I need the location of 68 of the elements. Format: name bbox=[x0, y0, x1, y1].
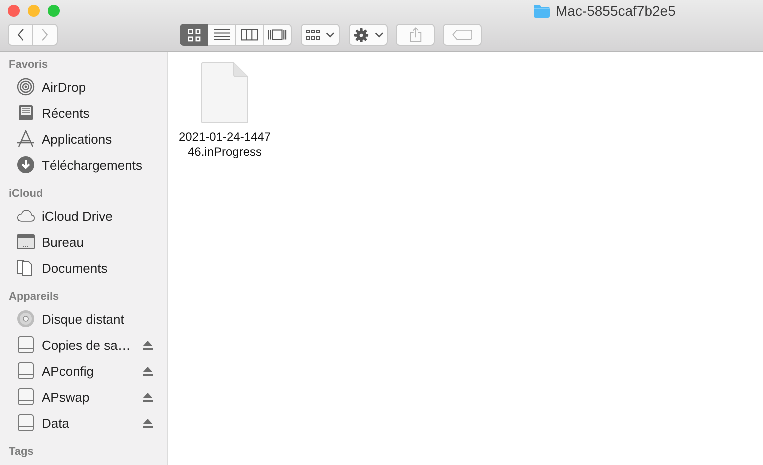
grid-icon bbox=[306, 30, 320, 40]
arrange-button[interactable] bbox=[301, 24, 340, 46]
sidebar-item[interactable]: APswap bbox=[0, 384, 167, 410]
sidebar-item[interactable]: Applications bbox=[0, 126, 167, 152]
disc-icon bbox=[17, 310, 35, 328]
close-button[interactable] bbox=[8, 5, 20, 17]
download-icon bbox=[17, 156, 35, 174]
gallery-icon bbox=[268, 29, 287, 41]
sidebar-item-label: APconfig bbox=[42, 364, 96, 378]
airdrop-icon bbox=[17, 78, 35, 96]
gallery-view-button[interactable] bbox=[264, 24, 292, 46]
eject-icon[interactable] bbox=[143, 366, 153, 376]
action-button[interactable] bbox=[349, 24, 388, 46]
sidebar-item[interactable]: AirDrop bbox=[0, 74, 167, 100]
chevron-left-icon bbox=[16, 28, 24, 42]
desktop-icon bbox=[17, 233, 35, 251]
sidebar-item-label: Applications bbox=[42, 132, 114, 146]
sidebar-item-label: Bureau bbox=[42, 234, 85, 250]
drive-icon bbox=[17, 414, 35, 432]
documents-icon bbox=[17, 259, 35, 277]
folder-icon bbox=[534, 4, 550, 18]
icons-view-button[interactable] bbox=[180, 24, 208, 46]
sidebar-item-label: Récents bbox=[42, 106, 91, 120]
sidebar-section-header: Tags bbox=[8, 445, 35, 460]
sidebar-section-header: Appareils bbox=[8, 290, 60, 305]
tag-icon bbox=[452, 30, 473, 40]
sidebar-item[interactable]: Récents bbox=[0, 100, 167, 126]
drive-icon bbox=[17, 336, 35, 354]
eject-icon[interactable] bbox=[143, 392, 153, 402]
sidebar-item[interactable]: Data bbox=[0, 410, 167, 436]
sidebar-section-header: Favoris bbox=[8, 58, 50, 73]
columns-view-button[interactable] bbox=[236, 24, 264, 46]
sidebar-item[interactable]: Disque distant bbox=[0, 306, 167, 332]
eject-icon[interactable] bbox=[143, 340, 153, 350]
sidebar-item-label: AirDrop bbox=[42, 80, 88, 94]
sidebar-item[interactable]: Copies de sa… bbox=[0, 332, 167, 358]
cloud-icon bbox=[17, 207, 35, 225]
back-button[interactable] bbox=[8, 24, 33, 46]
sidebar-item-label: iCloud Drive bbox=[42, 208, 114, 224]
window-title: Mac-5855caf7b2e5 bbox=[556, 3, 676, 19]
sidebar-item[interactable]: APconfig bbox=[0, 358, 167, 384]
eject-icon[interactable] bbox=[143, 418, 153, 428]
drive-icon bbox=[17, 362, 35, 380]
caret-icon bbox=[374, 32, 384, 38]
drive-icon bbox=[17, 388, 35, 406]
sidebar-item-label: Data bbox=[42, 416, 70, 430]
sidebar-item-label: Téléchargements bbox=[42, 158, 144, 172]
grid-icon bbox=[188, 28, 200, 42]
sidebar-item[interactable]: iCloud Drive bbox=[0, 203, 167, 229]
sidebar-section-header: iCloud bbox=[8, 187, 44, 202]
sidebar-item-label: Disque distant bbox=[42, 312, 126, 326]
sidebar-item-label: Copies de sa… bbox=[42, 338, 132, 352]
share-icon bbox=[410, 27, 422, 43]
list-icon bbox=[214, 29, 230, 41]
sidebar-item[interactable]: Bureau bbox=[0, 229, 167, 255]
columns-icon bbox=[241, 29, 258, 41]
sidebar-item[interactable]: Documents bbox=[0, 255, 167, 281]
chevron-right-icon bbox=[41, 28, 49, 42]
document-icon bbox=[201, 62, 249, 124]
list-view-button[interactable] bbox=[208, 24, 236, 46]
sidebar-item-label: Documents bbox=[42, 260, 109, 276]
file-name: 2021-01-24-144746.inProgress bbox=[178, 130, 272, 160]
gear-icon bbox=[354, 28, 368, 42]
tray-icon bbox=[17, 104, 35, 122]
caret-icon bbox=[326, 32, 335, 38]
file-item[interactable]: 2021-01-24-144746.inProgress bbox=[175, 62, 275, 160]
sidebar-item[interactable]: Téléchargements bbox=[0, 152, 167, 178]
sidebar-item-label: APswap bbox=[42, 390, 91, 404]
